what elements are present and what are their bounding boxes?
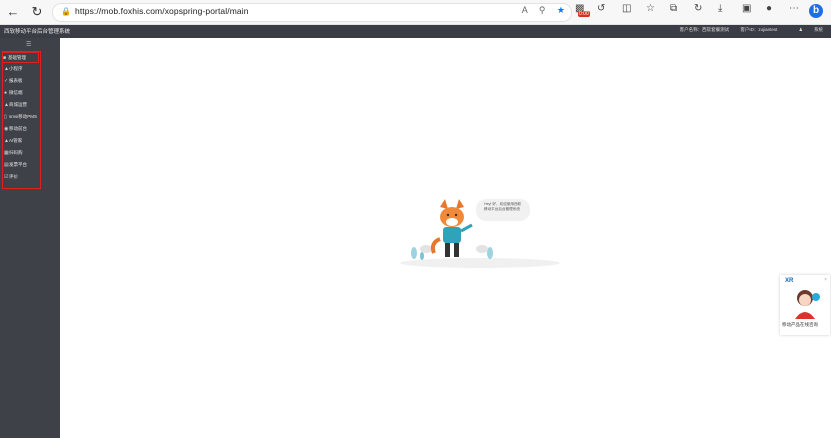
sidebar: ☰ ■ 基础管理 ▲小程序 ✓报表板 ● 微信端 ▲商城运营 ▯ smsi移动PMS …: [0, 38, 60, 438]
zoom-icon[interactable]: ⚲: [539, 5, 546, 15]
sidebar-item-review[interactable]: ☑评价: [4, 172, 18, 181]
more-icon[interactable]: ⋯: [789, 3, 799, 14]
read-aloud-icon[interactable]: A: [522, 5, 528, 15]
customer-name: 客户名称：西软套餐测试: [679, 27, 730, 32]
url-text: https://mob.foxhis.com/xopspring-portal/…: [75, 6, 249, 16]
address-bar[interactable]: 🔒 https://mob.foxhis.com/xopspring-porta…: [52, 3, 572, 22]
profile-avatar-icon[interactable]: ●: [766, 3, 772, 14]
sync-icon[interactable]: ↺: [597, 3, 605, 14]
extension-badge: 0:00: [578, 11, 590, 17]
sidebar-item-miniapp[interactable]: ▲小程序: [4, 64, 23, 73]
consult-label: 移动产品在线咨询: [782, 322, 818, 327]
download-icon[interactable]: ⤓: [718, 3, 722, 14]
collections-icon[interactable]: ⧉: [670, 3, 677, 14]
split-screen-icon[interactable]: ◫: [622, 3, 631, 14]
favorite-star-icon[interactable]: ★: [557, 5, 565, 15]
screenshot-icon[interactable]: ▣: [742, 3, 751, 14]
sidebar-item-pms[interactable]: ▯ smsi移动PMS: [4, 112, 37, 121]
sidebar-item-invoice[interactable]: ▤发票平台: [4, 160, 27, 169]
sidebar-item-basic[interactable]: ■ 基础管理: [2, 52, 39, 63]
back-icon[interactable]: ←: [4, 3, 22, 21]
welcome-text: Hey! 好，欢迎使用西软移动平台后台管理系统: [484, 202, 522, 211]
user-menu[interactable]: ♟ 系统: [789, 27, 823, 32]
app-header: 西软移动平台后台管理系统 客户名称：西软套餐测试 客户ID：zujiantest…: [0, 25, 831, 38]
close-icon[interactable]: ×: [824, 277, 827, 283]
app-title: 西软移动平台后台管理系统: [4, 29, 71, 35]
customer-service-avatar-icon: [795, 290, 820, 319]
menu-toggle-icon[interactable]: ☰: [26, 41, 31, 48]
sidebar-item-report[interactable]: ✓报表板: [4, 76, 23, 85]
sidebar-item-mall[interactable]: ▲商城运营: [4, 100, 27, 109]
welcome-speech-bubble: Hey! 好，欢迎使用西软移动平台后台管理系统: [476, 199, 530, 221]
sidebar-item-wechat[interactable]: ● 微信端: [4, 88, 23, 97]
online-consult-panel[interactable]: XR × 移动产品在线咨询: [780, 275, 830, 335]
sidebar-item-frontdesk[interactable]: ◉移动前台: [4, 124, 27, 133]
user-icon: ♟: [798, 27, 803, 32]
lock-icon: 🔒: [61, 7, 71, 16]
sidebar-item-ai[interactable]: ▲AI管家: [4, 136, 22, 145]
customer-id: 客户ID：zujiantest: [740, 27, 778, 32]
history-icon[interactable]: ↻: [694, 3, 702, 14]
bing-icon[interactable]: b: [809, 4, 823, 18]
favorites-icon[interactable]: ☆: [646, 3, 655, 14]
refresh-icon[interactable]: ↻: [28, 3, 46, 21]
xr-logo: XR: [785, 278, 794, 284]
browser-toolbar: ← ↻ 🔒 https://mob.foxhis.com/xopspring-p…: [0, 0, 831, 25]
sidebar-item-scan[interactable]: ▦扫码购: [4, 148, 23, 157]
